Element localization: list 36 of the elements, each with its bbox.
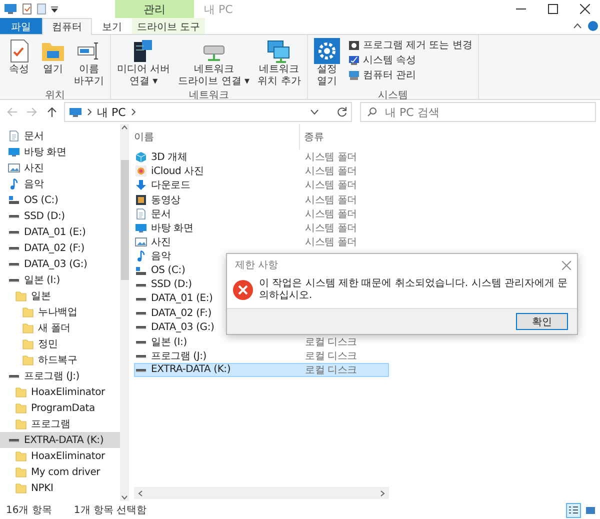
item-count: 16개 항목 — [6, 504, 52, 517]
file-name: 문서 — [151, 208, 171, 221]
file-type: 로컬 디스크 — [304, 336, 357, 349]
context-tab-header: 관리 — [115, 0, 194, 18]
dialog-title: 제한 사항 — [235, 259, 278, 272]
file-name: OS (C:) — [151, 265, 186, 276]
file-name: DATA_02 (F:) — [151, 308, 212, 319]
group-title: 시스템 — [377, 89, 410, 102]
file-name: 프로그램 (J:) — [151, 350, 206, 363]
file-name: 바탕 화면 — [151, 222, 194, 236]
group-title: 네트워크 — [188, 89, 230, 102]
file-type: 시스템 폴더 — [304, 194, 357, 207]
file-name: 다운로드 — [151, 179, 190, 192]
file-name: 음악 — [151, 250, 171, 264]
file-type: 로컬 디스크 — [304, 364, 357, 377]
file-name: 사진 — [151, 236, 171, 250]
file-type: 시스템 폴더 — [304, 151, 357, 164]
file-type: 시스템 폴더 — [304, 179, 357, 192]
file-name: iCloud 사진 — [151, 165, 204, 178]
dialog-message: 이 작업은 시스템 제한 때문에 취소되었습니다. 시스템 관리자에게 문의하십시오. — [259, 278, 569, 302]
file-type: 시스템 폴더 — [304, 236, 357, 250]
path-text: 내 PC — [97, 104, 126, 120]
file-name: 3D 개체 — [151, 151, 188, 164]
file-type: 로컬 디스크 — [304, 350, 357, 363]
file-type: 시스템 폴더 — [304, 222, 357, 236]
group-title: 위치 — [44, 89, 66, 102]
window-title: 내 PC — [204, 2, 233, 16]
file-type: 시스템 폴더 — [304, 165, 357, 178]
file-name: 일본 (I:) — [151, 336, 187, 349]
file-name: DATA_01 (E:) — [151, 293, 213, 304]
file-name: DATA_03 (G:) — [151, 322, 214, 333]
file-name: 동영상 — [151, 194, 180, 207]
file-type: 시스템 폴더 — [304, 208, 357, 221]
file-name: EXTRA-DATA (K:) — [151, 364, 231, 376]
file-name: SSD (D:) — [151, 279, 192, 290]
selection-count: 1개 항목 선택함 — [74, 504, 147, 517]
